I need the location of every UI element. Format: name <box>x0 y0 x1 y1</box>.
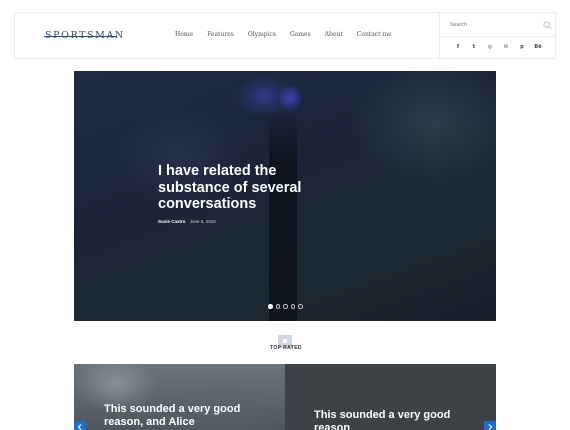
nav-item-contact[interactable]: Contact me <box>357 31 392 38</box>
hero-figure <box>269 111 297 321</box>
nav-item-home[interactable]: Home <box>175 31 193 38</box>
twitter-icon[interactable]: t <box>466 44 482 50</box>
top-rated-marker-dot <box>283 339 287 343</box>
email-icon[interactable]: ✉ <box>498 44 514 50</box>
nav-item-features[interactable]: Features <box>207 31 234 38</box>
slider-dot[interactable] <box>275 304 280 309</box>
hero-date: June 6, 2016 <box>189 219 216 224</box>
nav-item-olympics[interactable]: Olympics <box>248 31 276 38</box>
top-rated-heading: TOP RATED <box>270 345 302 351</box>
post-card[interactable]: This sounded a very good reason, and Ali… <box>74 364 285 430</box>
search-input[interactable] <box>450 20 530 30</box>
chevron-left-icon <box>77 424 82 430</box>
hero-author[interactable]: Susie Castro <box>158 219 186 224</box>
carousel-next-button[interactable] <box>484 421 496 430</box>
slider-dot[interactable] <box>290 304 295 309</box>
hero-slider[interactable]: I have related the substance of several … <box>74 71 496 321</box>
facebook-icon[interactable]: f <box>450 44 466 50</box>
pinterest-icon[interactable]: p <box>514 44 530 50</box>
chevron-right-icon <box>488 424 493 430</box>
search-icon[interactable] <box>543 21 552 30</box>
slider-dot[interactable] <box>298 304 303 309</box>
slider-dot[interactable] <box>283 304 288 309</box>
behance-icon[interactable]: Bē <box>530 44 546 50</box>
instagram-icon[interactable]: ◎ <box>482 44 498 50</box>
social-links: f t ◎ ✉ p Bē <box>450 44 546 50</box>
nav-item-about[interactable]: About <box>325 31 343 38</box>
carousel-prev-button[interactable] <box>74 421 86 430</box>
search-box <box>440 13 557 37</box>
slider-dot[interactable] <box>268 304 273 309</box>
hero-smoke-flare <box>279 83 301 113</box>
header-tools: f t ◎ ✉ p Bē <box>439 13 557 58</box>
main-nav: Home Features Olympics Games About Conta… <box>175 31 406 38</box>
post-card-title[interactable]: This sounded a very good reason <box>314 409 474 430</box>
hero-meta: Susie Castro June 6, 2016 <box>158 219 216 224</box>
site-header: SPORTSMAN Home Features Olympics Games A… <box>14 12 557 59</box>
post-card-title[interactable]: This sounded a very good reason, and Ali… <box>104 403 264 428</box>
nav-item-games[interactable]: Games <box>290 31 311 38</box>
post-card[interactable]: This sounded a very good reason <box>285 364 496 430</box>
hero-title[interactable]: I have related the substance of several … <box>158 163 328 213</box>
logo-strike <box>44 36 117 37</box>
slider-dots <box>268 304 303 309</box>
